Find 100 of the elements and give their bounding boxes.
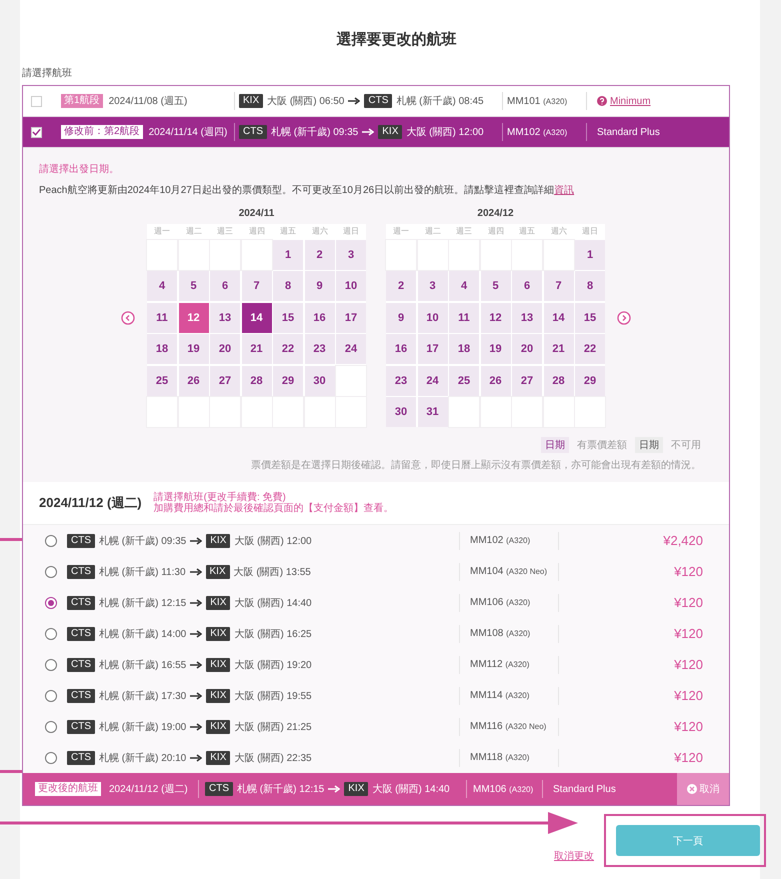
legend-sample: 日期 <box>635 437 663 453</box>
calendar-day[interactable]: 26 <box>178 366 208 396</box>
calendar-day[interactable]: 15 <box>575 302 605 332</box>
radio-button[interactable] <box>45 534 57 546</box>
radio-button[interactable] <box>45 628 57 640</box>
flight-number: MM116 (A320 Neo) <box>470 721 546 732</box>
calendar-day[interactable]: 28 <box>242 366 272 396</box>
arrow-icon <box>190 754 202 762</box>
calendar-day[interactable]: 18 <box>449 334 479 364</box>
calendar-day[interactable]: 19 <box>178 334 208 364</box>
calendar-day[interactable]: 21 <box>544 334 574 364</box>
calendar-day[interactable]: 30 <box>386 397 416 427</box>
calendar-day[interactable]: 8 <box>273 271 303 301</box>
calendar-day[interactable]: 31 <box>418 397 448 427</box>
calendar-day[interactable]: 29 <box>273 366 303 396</box>
calendar-day[interactable]: 25 <box>449 366 479 396</box>
calendar-day[interactable]: 14 <box>544 302 574 332</box>
departure-text: 札幌 (新千歲) 12:15 <box>237 782 324 796</box>
radio-button[interactable] <box>45 690 57 702</box>
calendar-day[interactable]: 4 <box>449 271 479 301</box>
arrival-text: 大阪 (關西) 14:40 <box>234 596 312 610</box>
calendar-day[interactable]: 4 <box>147 271 177 301</box>
calendar-day[interactable]: 13 <box>512 302 542 332</box>
calendar-day[interactable]: 30 <box>304 366 334 396</box>
calendar-day[interactable]: 27 <box>512 366 542 396</box>
fare-link[interactable]: Minimum <box>610 96 651 106</box>
calendar-day[interactable]: 24 <box>418 366 448 396</box>
checkbox[interactable] <box>31 96 42 106</box>
calendar-day[interactable]: 22 <box>575 334 605 364</box>
calendar-day[interactable]: 19 <box>480 334 510 364</box>
calendar-day[interactable]: 6 <box>512 271 542 301</box>
radio-button[interactable] <box>45 752 57 764</box>
calendar-day[interactable]: 16 <box>304 302 334 332</box>
calendar-day[interactable]: 23 <box>304 334 334 364</box>
calendar-day[interactable]: 20 <box>210 334 240 364</box>
calendar-day[interactable]: 10 <box>418 302 448 332</box>
calendar-day[interactable]: 23 <box>386 366 416 396</box>
flight-number: MM102 (A320) <box>470 535 530 546</box>
airport-code-badge: KIX <box>206 720 230 734</box>
calendar-day[interactable]: 25 <box>147 366 177 396</box>
calendar-day[interactable]: 11 <box>147 302 177 332</box>
calendar-day[interactable]: 9 <box>304 271 334 301</box>
airport-code-badge: CTS <box>67 720 95 734</box>
calendar-day[interactable]: 5 <box>178 271 208 301</box>
calendar-day[interactable]: 17 <box>336 302 366 332</box>
radio-button[interactable] <box>45 658 57 670</box>
calendar-day[interactable]: 1 <box>273 240 303 270</box>
help-icon[interactable] <box>597 96 607 106</box>
calendar-day[interactable]: 18 <box>147 334 177 364</box>
calendar-day[interactable]: 21 <box>242 334 272 364</box>
calendar-day[interactable]: 11 <box>449 302 479 332</box>
calendar-day[interactable]: 2 <box>304 240 334 270</box>
airport-code-badge: CTS <box>67 688 95 702</box>
calendar-day[interactable]: 27 <box>210 366 240 396</box>
calendar-day[interactable]: 7 <box>242 271 272 301</box>
calendar-day[interactable]: 12 <box>480 302 510 332</box>
calendar-day[interactable]: 15 <box>273 302 303 332</box>
cancel-change-link[interactable]: 取消更改 <box>554 849 594 863</box>
calendar-day[interactable]: 10 <box>336 271 366 301</box>
calendar-day[interactable]: 2 <box>386 271 416 301</box>
radio-button[interactable] <box>45 596 57 608</box>
calendar-day[interactable]: 28 <box>544 366 574 396</box>
arrow-icon <box>190 660 202 668</box>
radio-button[interactable] <box>45 720 57 732</box>
calendar-day[interactable]: 1 <box>575 240 605 270</box>
airport-code-badge: CTS <box>239 125 267 139</box>
calendar-day[interactable]: 24 <box>336 334 366 364</box>
calendar-day[interactable]: 3 <box>336 240 366 270</box>
calendar-day[interactable]: 5 <box>480 271 510 301</box>
departure-text: 大阪 (關西) 06:50 <box>267 94 344 108</box>
calendar-day[interactable]: 9 <box>386 302 416 332</box>
radio-button[interactable] <box>45 566 57 578</box>
calendar-day[interactable]: 20 <box>512 334 542 364</box>
legend-sample: 日期 <box>541 437 569 453</box>
info-link[interactable]: 資訊 <box>554 185 574 196</box>
calendar-day[interactable]: 22 <box>273 334 303 364</box>
arrow-icon <box>190 630 202 638</box>
checkbox[interactable] <box>31 126 42 138</box>
departure-text: 札幌 (新千歲) 11:30 <box>99 566 186 578</box>
airport-code-badge: KIX <box>206 688 230 702</box>
calendar-day[interactable]: 26 <box>480 366 510 396</box>
next-month-icon[interactable] <box>617 310 631 324</box>
month-title: 2024/11 <box>238 208 276 219</box>
price: ¥120 <box>674 657 703 672</box>
weekday-label: 週日 <box>581 226 599 237</box>
arrow-icon <box>362 128 374 136</box>
calendar-day[interactable]: 12 <box>178 302 208 332</box>
calendar-day[interactable]: 29 <box>575 366 605 396</box>
calendar-day[interactable]: 8 <box>575 271 605 301</box>
calendar-day[interactable]: 13 <box>210 302 240 332</box>
previous-month-icon[interactable] <box>121 310 135 324</box>
calendar-day[interactable]: 16 <box>386 334 416 364</box>
calendar-day[interactable]: 6 <box>210 271 240 301</box>
arrow-icon <box>190 598 202 606</box>
original-date-cell[interactable]: 14 <box>242 302 272 332</box>
calendar-day[interactable]: 7 <box>544 271 574 301</box>
calendar-day[interactable]: 3 <box>418 271 448 301</box>
weekday-label: 週五 <box>518 226 536 237</box>
calendar-day[interactable]: 17 <box>418 334 448 364</box>
weekday-label: 週六 <box>550 226 568 237</box>
